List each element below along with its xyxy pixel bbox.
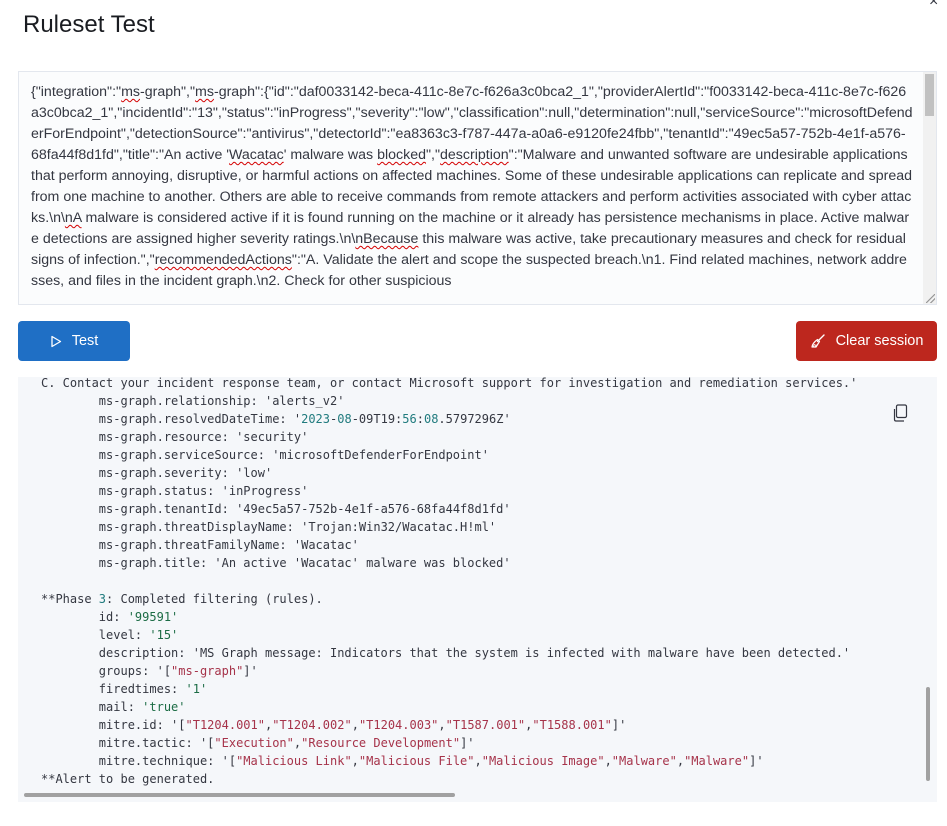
output-line: description: 'MS Graph message: Indicato… — [98, 646, 851, 660]
test-output-panel: C. Contact your incident response team, … — [18, 377, 937, 802]
output-line: **Alert to be generated. — [41, 772, 215, 786]
event-input-textarea[interactable]: {"integration":"ms-graph","ms-graph":{"i… — [18, 71, 937, 305]
output-line: groups: '["ms-graph"]' — [98, 664, 258, 678]
output-line: ms-graph.status: 'inProgress' — [98, 484, 309, 498]
output-line: level: '15' — [98, 628, 179, 642]
output-line: id: '99591' — [98, 610, 179, 624]
copy-clipboard-icon[interactable] — [893, 404, 909, 422]
output-line: firedtimes: '1' — [98, 682, 208, 696]
output-line: ms-graph.resolvedDateTime: '2023-08-09T1… — [98, 412, 511, 426]
output-line: ms-graph.title: 'An active 'Wacatac' mal… — [98, 556, 511, 570]
output-horizontal-scrollbar[interactable] — [24, 793, 455, 797]
output-line: C. Contact your incident response team, … — [41, 377, 858, 390]
broom-icon — [810, 334, 825, 348]
test-output-text: C. Contact your incident response team, … — [41, 377, 857, 788]
output-line: ms-graph.resource: 'security' — [98, 430, 309, 444]
test-button-label: Test — [71, 333, 99, 349]
output-line: **Phase 3: Completed filtering (rules). — [41, 592, 323, 606]
output-vertical-scrollbar[interactable] — [926, 687, 930, 781]
clear-session-button[interactable]: Clear session — [796, 321, 937, 361]
output-line: mitre.tactic: '["Execution","Resource De… — [98, 736, 475, 750]
modal-title: Ruleset Test — [23, 11, 155, 38]
resize-handle[interactable] — [926, 294, 935, 303]
close-icon[interactable]: × — [929, 0, 945, 10]
event-input-text[interactable]: {"integration":"ms-graph","ms-graph":{"i… — [31, 82, 913, 292]
output-line: mitre.id: '["T1204.001","T1204.002","T12… — [98, 718, 627, 732]
play-outline-icon — [51, 335, 61, 347]
input-vertical-scrollbar[interactable] — [923, 72, 936, 304]
output-line: mail: 'true' — [98, 700, 186, 714]
input-scroll-thumb[interactable] — [925, 74, 934, 116]
test-button[interactable]: Test — [18, 321, 130, 361]
output-line: ms-graph.serviceSource: 'microsoftDefend… — [98, 448, 489, 462]
clear-session-label: Clear session — [835, 333, 924, 349]
output-line: ms-graph.severity: 'low' — [98, 466, 273, 480]
output-line: ms-graph.threatDisplayName: 'Trojan:Win3… — [98, 520, 497, 534]
output-line: ms-graph.relationship: 'alerts_v2' — [98, 394, 345, 408]
output-line: ms-graph.threatFamilyName: 'Wacatac' — [98, 538, 359, 552]
output-line: ms-graph.tenantId: '49ec5a57-752b-4e1f-a… — [98, 502, 511, 516]
output-line: mitre.technique: '["Malicious Link","Mal… — [98, 754, 764, 768]
